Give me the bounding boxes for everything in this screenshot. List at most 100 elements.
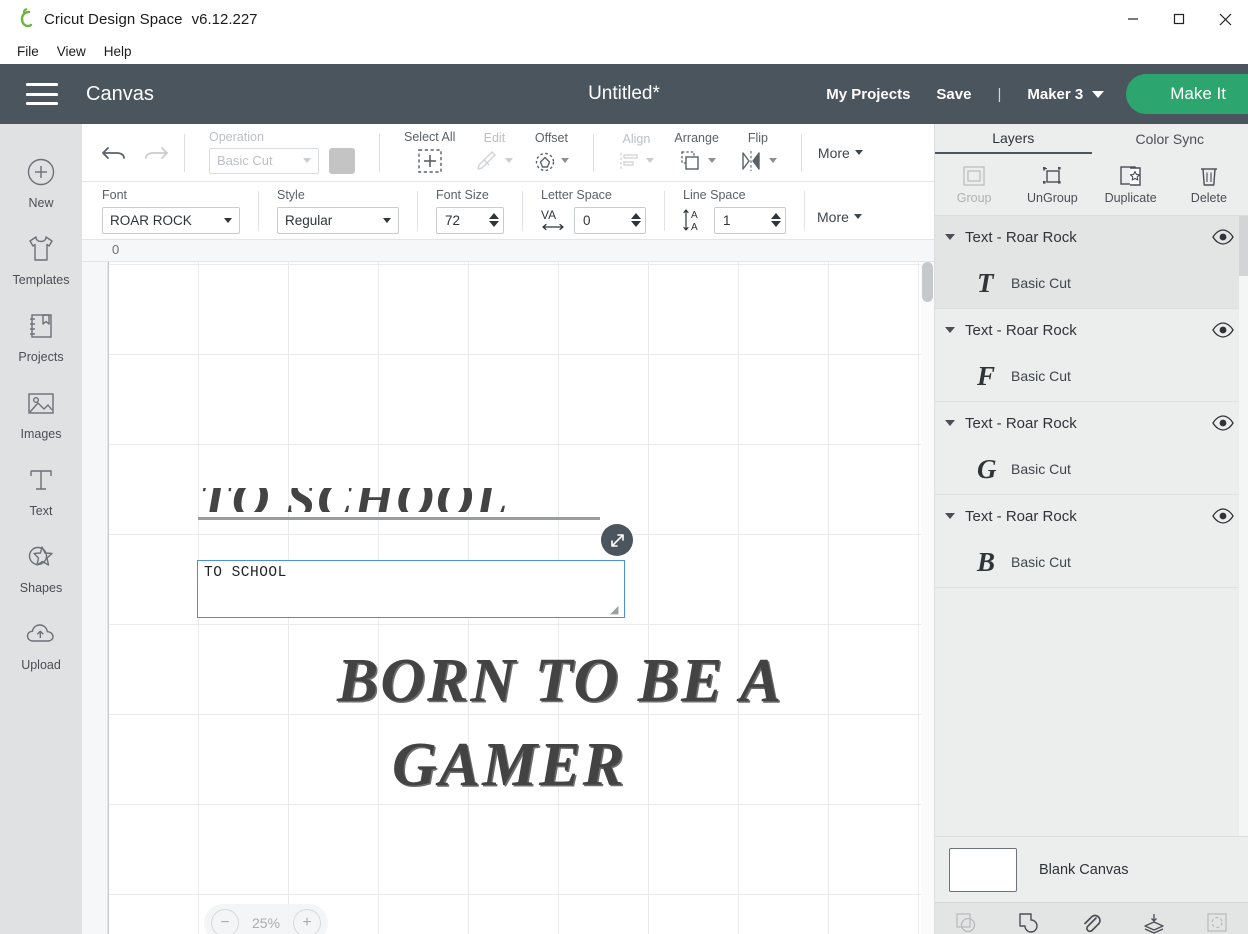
sidebar-label-new: New [28, 196, 54, 210]
maximize-button[interactable] [1156, 0, 1202, 38]
ungroup-icon [1039, 164, 1065, 188]
sidebar-label-images: Images [20, 427, 62, 441]
layer-row[interactable]: Text - Roar Rock B Basic Cut [935, 495, 1248, 588]
arrange-control[interactable]: Arrange [664, 124, 728, 181]
redo-icon[interactable] [142, 141, 170, 165]
sidebar-item-projects[interactable]: Projects [0, 296, 82, 373]
tab-color-sync[interactable]: Color Sync [1092, 124, 1248, 154]
style-select[interactable]: Regular [277, 206, 399, 234]
flip-control[interactable]: Flip [729, 124, 787, 181]
select-all-icon[interactable] [417, 148, 443, 174]
flip-icon[interactable] [739, 149, 777, 173]
layers-scroll-thumb[interactable] [1239, 216, 1248, 276]
minimize-button[interactable] [1110, 0, 1156, 38]
machine-selector[interactable]: Maker 3 [1027, 86, 1105, 103]
operation-color-swatch[interactable] [329, 147, 355, 174]
canvas-text-gamer[interactable]: GAMER [392, 730, 626, 801]
align-icon[interactable] [618, 150, 655, 172]
text-more-button[interactable]: More [817, 209, 862, 225]
resize-diagonal-icon[interactable] [601, 524, 633, 556]
sidebar-item-shapes[interactable]: Shapes [0, 527, 82, 604]
edit-control[interactable]: Edit [465, 124, 523, 181]
duplicate-button[interactable]: Duplicate [1092, 164, 1170, 205]
attach-button[interactable]: Attach [1060, 912, 1123, 934]
layer-row[interactable]: Text - Roar Rock F Basic Cut [935, 309, 1248, 402]
svg-text:VA: VA [541, 208, 556, 222]
menu-help[interactable]: Help [95, 41, 141, 62]
font-size-stepper[interactable] [489, 213, 499, 227]
save-button[interactable]: Save [936, 86, 971, 103]
trash-icon [1197, 164, 1221, 188]
layer-child[interactable]: G Basic Cut [935, 444, 1248, 494]
flatten-button[interactable]: Flatten [1123, 912, 1186, 934]
sidebar-item-new[interactable]: New [0, 142, 82, 219]
layer-child[interactable]: B Basic Cut [935, 537, 1248, 587]
make-it-button[interactable]: Make It [1126, 74, 1248, 114]
offset-control[interactable]: Offset [523, 124, 579, 181]
menu-file[interactable]: File [8, 41, 48, 62]
close-button[interactable] [1202, 0, 1248, 38]
canvas-color-swatch[interactable] [949, 847, 1017, 892]
visibility-eye-icon[interactable] [1212, 322, 1234, 338]
line-space-input[interactable]: 1 [714, 206, 786, 234]
toolbar-more-button[interactable]: More [818, 145, 863, 161]
operation-select[interactable]: Basic Cut [209, 147, 319, 174]
layer-child[interactable]: F Basic Cut [935, 351, 1248, 401]
chevron-down-icon[interactable] [945, 327, 955, 333]
layer-child[interactable]: T Basic Cut [935, 258, 1248, 308]
canvas-vertical-scrollbar[interactable] [921, 262, 934, 934]
weld-icon [1017, 912, 1041, 934]
header-canvas-label: Canvas [86, 82, 154, 105]
select-all-control[interactable]: Select All [394, 124, 465, 181]
sidebar-item-images[interactable]: Images [0, 373, 82, 450]
sidebar-item-upload[interactable]: Upload [0, 604, 82, 681]
letter-space-input[interactable]: 0 [574, 206, 646, 234]
my-projects-link[interactable]: My Projects [826, 86, 910, 103]
sidebar-item-templates[interactable]: Templates [0, 219, 82, 296]
delete-button[interactable]: Delete [1170, 164, 1248, 205]
text-edit-input[interactable] [197, 560, 625, 618]
layer-header[interactable]: Text - Roar Rock [935, 216, 1248, 258]
align-control[interactable]: Align [608, 124, 664, 181]
chevron-down-icon[interactable] [945, 234, 955, 240]
visibility-eye-icon[interactable] [1212, 508, 1234, 524]
canvas-vertical-scroll-thumb[interactable] [922, 262, 933, 302]
selection-bounds-bar [198, 517, 600, 520]
font-size-input[interactable]: 72 [436, 206, 504, 234]
zoom-in-button[interactable]: + [293, 909, 321, 934]
layer-glyph: B [977, 546, 996, 577]
letter-space-stepper[interactable] [631, 213, 641, 227]
layer-header[interactable]: Text - Roar Rock [935, 309, 1248, 351]
chevron-down-icon[interactable] [945, 420, 955, 426]
slice-button[interactable]: Slice [935, 912, 998, 934]
hamburger-icon[interactable] [26, 83, 58, 105]
sidebar-item-text[interactable]: Text [0, 450, 82, 527]
zoom-out-button[interactable]: − [211, 909, 239, 934]
chevron-down-icon[interactable] [945, 513, 955, 519]
canvas-material-row[interactable]: Blank Canvas [935, 836, 1248, 902]
weld-button[interactable]: Weld [998, 912, 1061, 934]
font-select[interactable]: ROAR ROCK [102, 206, 240, 234]
edit-icon[interactable] [475, 149, 514, 173]
layer-row[interactable]: Text - Roar Rock G Basic Cut [935, 402, 1248, 495]
menu-view[interactable]: View [48, 41, 95, 62]
visibility-eye-icon[interactable] [1212, 229, 1234, 245]
group-button[interactable]: Group [935, 164, 1013, 205]
tab-layers[interactable]: Layers [935, 124, 1092, 154]
offset-icon[interactable] [533, 149, 570, 173]
undo-icon[interactable] [100, 141, 128, 165]
layer-header[interactable]: Text - Roar Rock [935, 495, 1248, 537]
arrange-icon[interactable] [678, 149, 716, 173]
layers-scrollbar[interactable] [1239, 216, 1248, 836]
font-size-label: Font Size [436, 187, 489, 202]
ungroup-button[interactable]: UnGroup [1013, 164, 1091, 205]
operation-control[interactable]: Operation Basic Cut [199, 124, 365, 181]
contour-button[interactable]: Contour [1185, 912, 1248, 934]
layer-row[interactable]: Text - Roar Rock T Basic Cut [935, 216, 1248, 309]
line-space-stepper[interactable] [771, 213, 781, 227]
canvas-clipped-text: TO SCHOOL [199, 488, 509, 512]
canvas-text-born-to-be-a[interactable]: BORN TO BE A [337, 646, 783, 717]
layer-header[interactable]: Text - Roar Rock [935, 402, 1248, 444]
design-canvas[interactable]: 0 TO SCHOOL ◢ BORN TO BE A GAMER FORCED … [82, 240, 934, 934]
visibility-eye-icon[interactable] [1212, 415, 1234, 431]
